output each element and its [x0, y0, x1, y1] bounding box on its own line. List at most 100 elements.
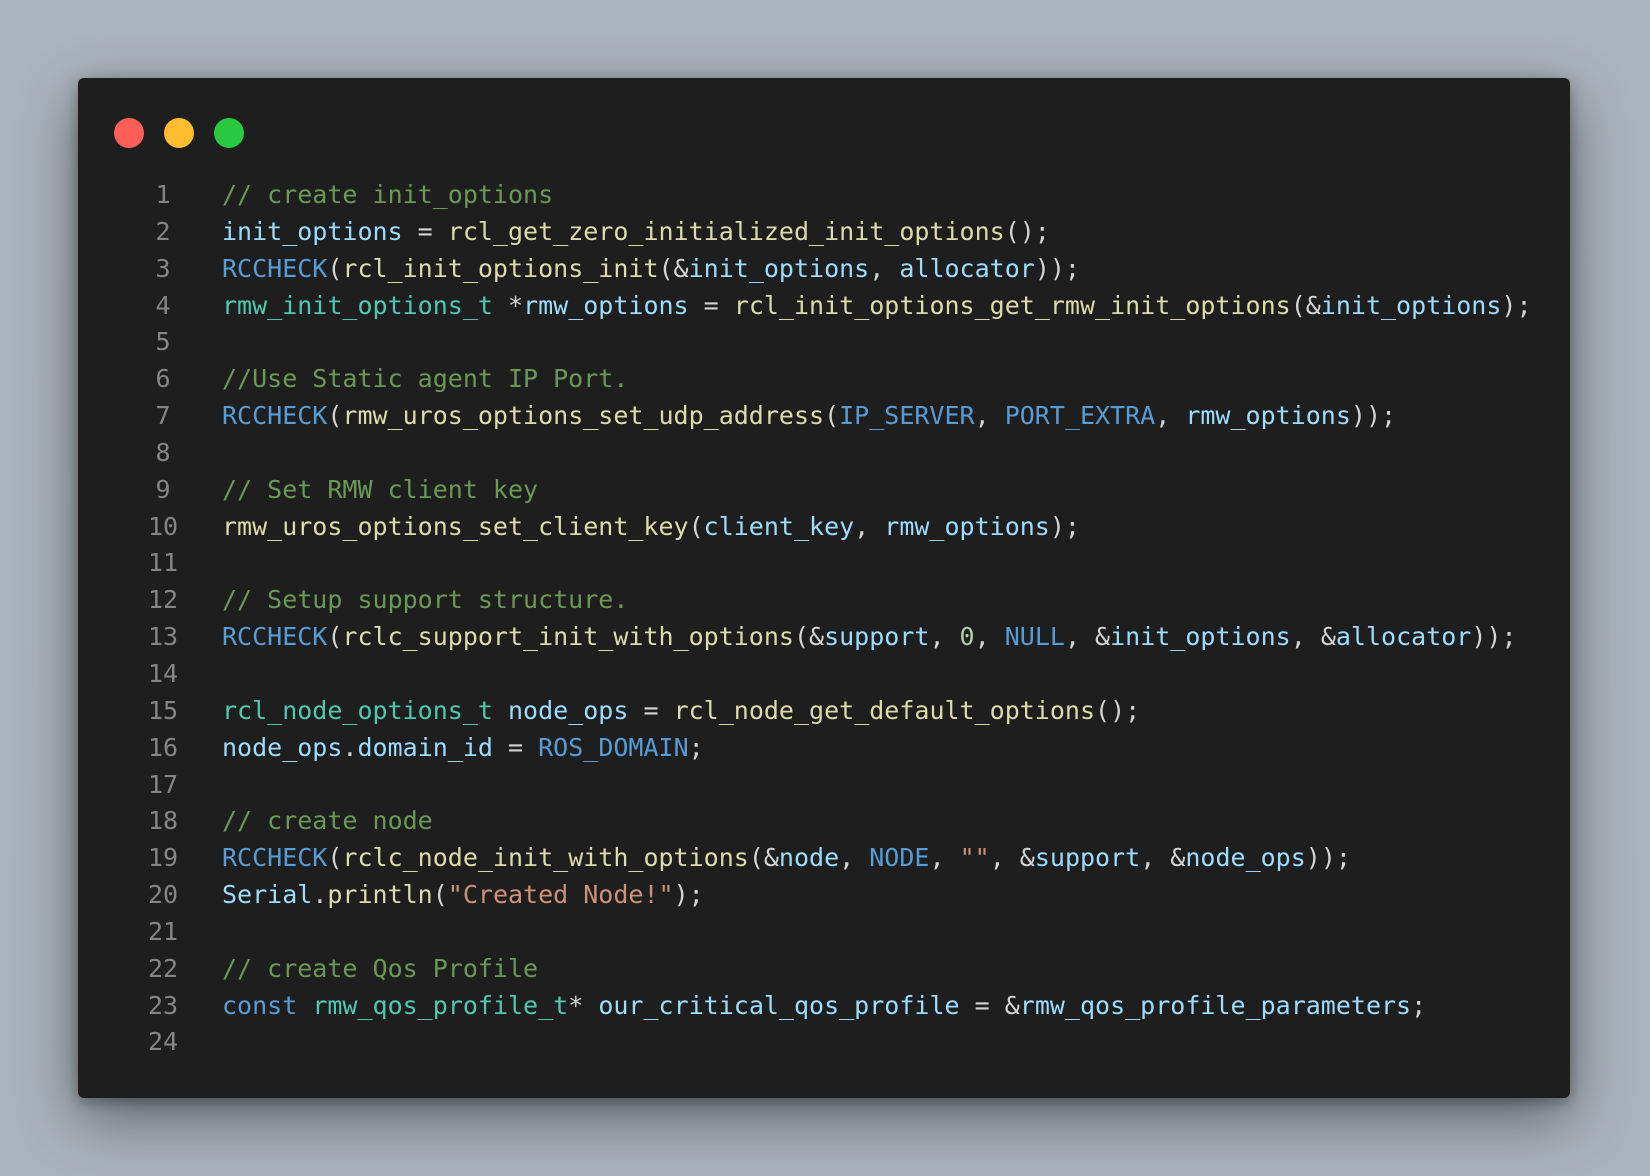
code-line[interactable]: 9 // Set RMW client key — [104, 472, 1550, 509]
token-punct: , & — [1140, 843, 1186, 873]
code-line[interactable]: 10 rmw_uros_options_set_client_key(client… — [104, 509, 1550, 546]
code-line[interactable]: 6 //Use Static agent IP Port. — [104, 361, 1550, 398]
line-source: RCCHECK(rclc_node_init_with_options(&nod… — [222, 840, 1351, 877]
token-type: rmw_qos_profile_t — [312, 990, 569, 1020]
token-variable: allocator — [1335, 622, 1472, 652]
token-punct: )); — [1471, 622, 1517, 652]
token-punct: * — [568, 990, 599, 1020]
code-line[interactable]: 24 — [104, 1024, 1550, 1061]
token-function: println — [327, 880, 433, 910]
code-line[interactable]: 7 RCCHECK (rmw_uros_options_set_udp_addres… — [104, 398, 1550, 435]
line-number: 1 — [155, 180, 171, 209]
token-variable: our_critical_qos_profile — [598, 990, 960, 1020]
token-macro: PORT_EXTRA — [1004, 401, 1156, 431]
code-line[interactable]: 15 rcl_node_options_t node_ops = rcl_node… — [104, 693, 1550, 730]
token-macro: ROS_DOMAIN — [538, 732, 689, 762]
line-number: 11 — [147, 548, 179, 578]
token-comment: // Setup support structure. — [222, 585, 629, 615]
token-type: rcl_node_options_t — [222, 695, 493, 725]
code-line[interactable]: 22 // create Qos Profile — [104, 951, 1550, 988]
code-editor[interactable]: 1 // create init_options 2 init_options = r… — [104, 177, 1550, 1061]
maximize-dot-icon[interactable] — [214, 118, 244, 148]
token-punct: (& — [658, 253, 689, 283]
token-function: rcl_node_get_default_options — [673, 695, 1096, 725]
code-line[interactable]: 1 // create init_options — [104, 177, 1550, 214]
code-line[interactable]: 17 — [104, 767, 1550, 804]
token-variable: support — [824, 622, 930, 652]
token-function: rmw_uros_options_set_client_key — [222, 511, 689, 541]
token-punct: , & — [1064, 622, 1111, 652]
token-punct: , & — [1290, 622, 1336, 652]
code-line[interactable]: 18 // create node — [104, 803, 1550, 840]
token-variable: init_options — [222, 216, 403, 246]
code-line[interactable]: 12 // Setup support structure. — [104, 582, 1550, 619]
line-source: node_ops.domain_id = ROS_DOMAIN; — [222, 730, 704, 767]
code-line[interactable]: 19 RCCHECK(rclc_node_init_with_options(&n… — [104, 840, 1550, 877]
token-function: rclc_node_init_with_options — [342, 843, 749, 873]
close-dot-icon[interactable] — [114, 118, 144, 148]
token-variable: rmw_options — [884, 511, 1050, 541]
token-punct: ; — [1411, 990, 1427, 1020]
token-punct: ( — [432, 880, 448, 910]
line-number: 14 — [147, 658, 179, 688]
code-line[interactable]: 4 rmw_init_options_t *rmw_options = rcl_i… — [104, 288, 1550, 325]
code-line[interactable]: 13 RCCHECK(rclc_support_init_with_options… — [104, 619, 1550, 656]
line-number: 7 — [155, 401, 171, 431]
line-source: // create node — [222, 803, 433, 840]
line-number: 8 — [155, 437, 171, 467]
token-string: "Created Node!" — [447, 880, 674, 910]
token-punct: , — [974, 622, 1005, 652]
line-number: 12 — [147, 585, 179, 615]
code-line[interactable]: 8 — [104, 435, 1550, 472]
token-punct: ( — [327, 843, 343, 873]
line-source: Serial.println("Created Node!"); — [222, 877, 704, 914]
token-punct: = — [688, 290, 734, 320]
code-line[interactable]: 20 Serial.println("Created Node!"); — [104, 877, 1550, 914]
token-punct: ); — [1049, 511, 1080, 541]
line-number: 20 — [147, 880, 179, 910]
token-variable: support — [1034, 843, 1141, 873]
code-line[interactable]: 16 node_ops.domain_id = ROS_DOMAIN; — [104, 730, 1550, 767]
code-line[interactable]: 23 const rmw_qos_profile_t* our_critical_… — [104, 988, 1550, 1025]
token-punct: = — [492, 732, 539, 762]
code-line[interactable]: 5 — [104, 324, 1550, 361]
line-source: RCCHECK(rcl_init_options_init(&init_opti… — [222, 251, 1080, 288]
token-type: rmw_init_options_t — [222, 290, 493, 320]
code-line[interactable]: 3 RCCHECK(rcl_init_options_init(&init_opt… — [104, 251, 1550, 288]
token-macro: IP_SERVER — [839, 401, 975, 431]
token-macro: RCCHECK — [222, 401, 328, 431]
minimize-dot-icon[interactable] — [164, 118, 194, 148]
token-variable: init_options — [688, 253, 870, 283]
line-source: // create init_options — [222, 177, 553, 214]
token-punct: , — [854, 511, 885, 541]
token-punct: , — [974, 401, 1005, 431]
code-line[interactable]: 11 — [104, 545, 1550, 582]
code-line[interactable]: 2 init_options = rcl_get_zero_initialized… — [104, 214, 1550, 251]
token-punct: ( — [824, 401, 840, 431]
token-function: rclc_support_init_with_options — [342, 622, 794, 652]
token-punct — [297, 991, 312, 1020]
token-function: rmw_uros_options_set_udp_address — [342, 401, 825, 431]
token-punct: ( — [327, 253, 343, 283]
token-punct: ( — [688, 511, 704, 541]
line-number: 9 — [155, 474, 171, 504]
token-punct: ); — [673, 880, 704, 910]
token-punct: ; — [688, 732, 704, 762]
token-comment: // create Qos Profile — [222, 953, 539, 983]
token-punct — [493, 696, 508, 725]
token-number: 0 — [959, 622, 975, 652]
line-source: rmw_init_options_t *rmw_options = rcl_in… — [222, 288, 1532, 325]
token-comment: // create init_options — [222, 180, 554, 209]
token-variable: init_options — [1110, 622, 1291, 652]
token-macro: RCCHECK — [222, 622, 328, 652]
token-variable: rmw_options — [523, 290, 689, 320]
token-variable: node_ops — [222, 732, 343, 762]
line-number: 21 — [147, 916, 179, 946]
token-punct: )); — [1034, 253, 1080, 283]
code-line[interactable]: 21 — [104, 914, 1550, 951]
line-number: 4 — [155, 290, 171, 320]
token-macro: const — [222, 990, 298, 1020]
code-line[interactable]: 14 — [104, 656, 1550, 693]
code-window: 1 // create init_options 2 init_options = r… — [78, 78, 1570, 1098]
token-comment: // create node — [222, 806, 433, 836]
